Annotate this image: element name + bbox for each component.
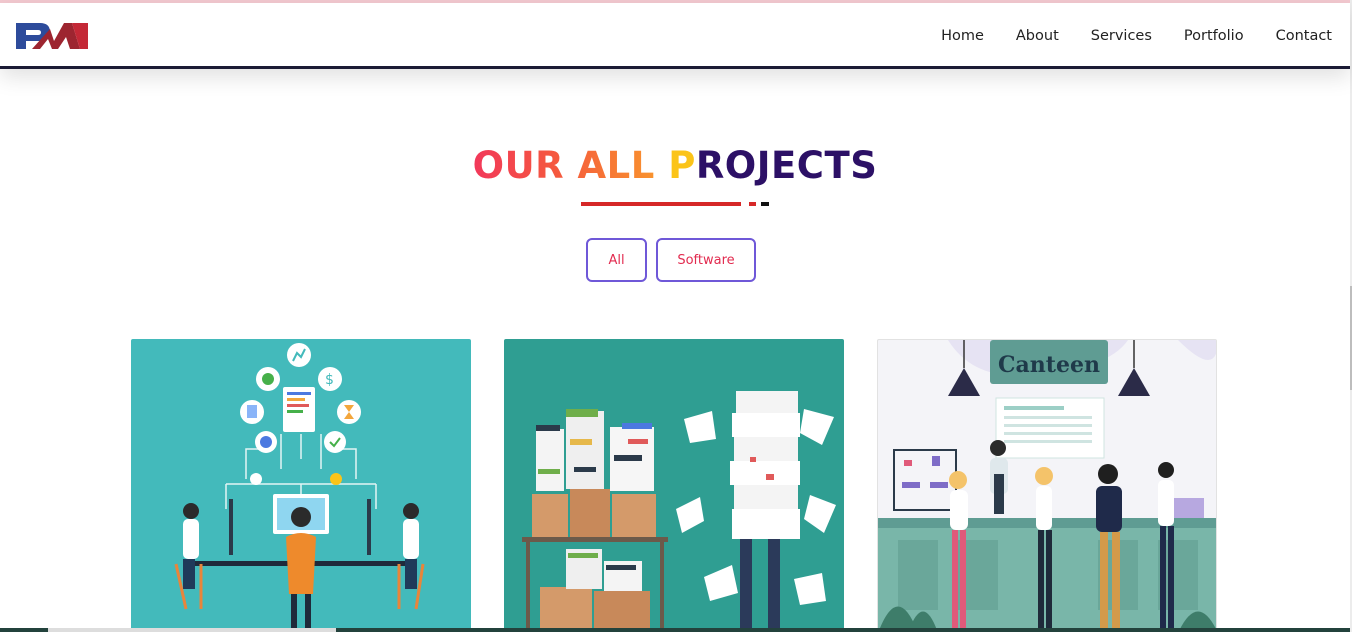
canteen-illustration: Canteen [878, 340, 1216, 631]
title-part-2: ROJECTS [695, 144, 878, 187]
filter-all-button[interactable]: All [586, 238, 647, 282]
nav-home-link[interactable]: Home [941, 28, 984, 44]
underline-dot-red [749, 202, 756, 206]
team-dashboard-illustration: $ [174, 343, 425, 632]
project-card-canteen[interactable]: Canteen [877, 339, 1217, 632]
main-nav: Home About Services Portfolio Contact [909, 3, 1332, 69]
underline-dot-dark [761, 202, 769, 206]
nav-contact-link[interactable]: Contact [1276, 28, 1332, 44]
nav-services-link[interactable]: Services [1091, 28, 1152, 44]
brand-logo[interactable] [14, 19, 90, 53]
nav-portfolio-link[interactable]: Portfolio [1184, 28, 1244, 44]
title-underline [581, 202, 769, 206]
horizontal-scrollbar[interactable] [0, 628, 1350, 632]
filter-software-button[interactable]: Software [656, 238, 756, 282]
horizontal-scrollbar-thumb[interactable] [48, 628, 336, 632]
title-letter-p: P [668, 144, 696, 187]
navbar: Home About Services Portfolio Contact [0, 3, 1350, 69]
paper-stacks-illustration [522, 391, 836, 632]
svg-text:$: $ [325, 372, 334, 388]
canteen-sign: Canteen [998, 352, 1100, 378]
title-part-1: OUR ALL [472, 144, 669, 187]
section-title: OUR ALL PROJECTS [0, 144, 1350, 187]
nav-about-link[interactable]: About [1016, 28, 1059, 44]
underline-long [581, 202, 741, 206]
project-card-documents[interactable] [504, 339, 844, 632]
project-card-team[interactable]: $ [131, 339, 471, 632]
project-filters: All Software [586, 238, 765, 282]
